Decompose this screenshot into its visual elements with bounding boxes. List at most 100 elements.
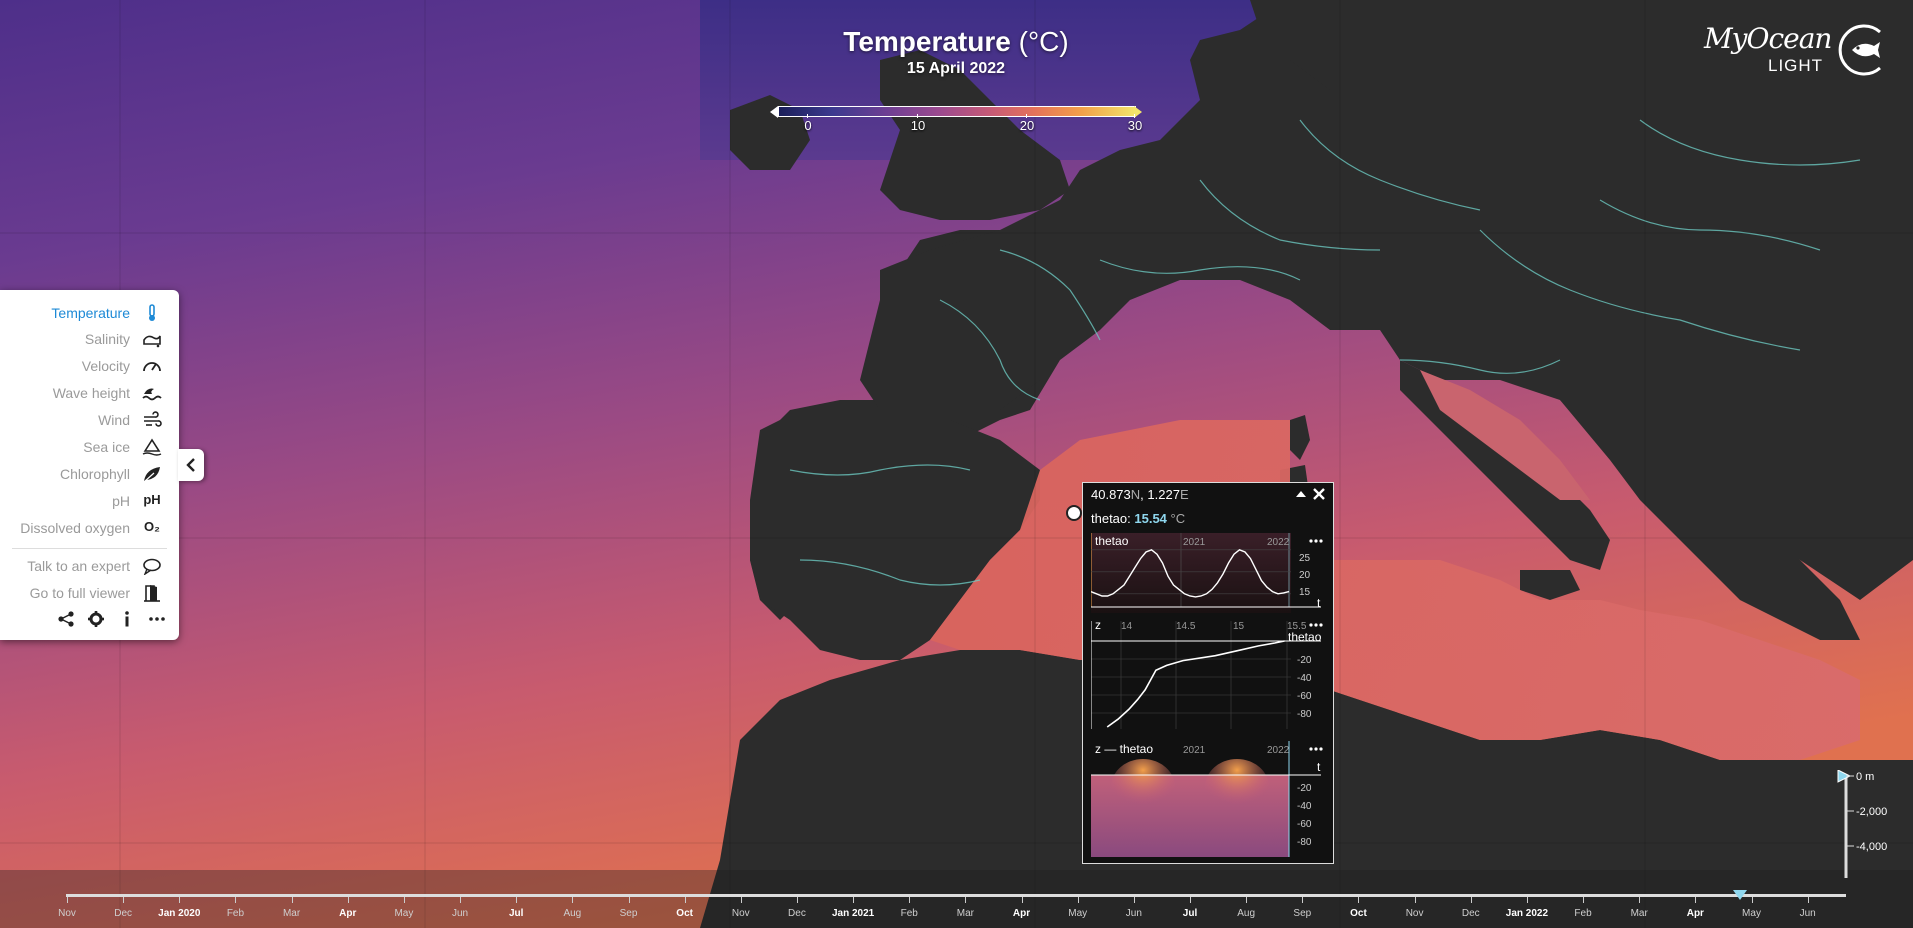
profile-ytick: -60 bbox=[1297, 691, 1312, 702]
timeline-label[interactable]: May bbox=[1742, 908, 1761, 919]
timeline-label[interactable]: Nov bbox=[732, 908, 750, 919]
timeline-tick bbox=[628, 897, 630, 903]
menu-item-talk-to-expert[interactable]: Talk to an expert bbox=[0, 555, 172, 577]
location-pin[interactable] bbox=[1066, 505, 1082, 521]
timeline-label[interactable]: Jun bbox=[1126, 908, 1142, 919]
timeline-label[interactable]: Apr bbox=[339, 908, 356, 919]
menu-item-ph[interactable]: pH pH bbox=[0, 490, 172, 512]
timeline-tick bbox=[516, 897, 518, 903]
timeline-label[interactable]: Jan 2022 bbox=[1506, 908, 1548, 919]
more-icon[interactable] bbox=[147, 610, 169, 628]
profile-ytick: -80 bbox=[1297, 709, 1312, 720]
timeline-tick bbox=[123, 897, 125, 903]
variable-title: Temperature (°C) bbox=[760, 26, 1152, 58]
map-date: 15 April 2022 bbox=[906, 60, 1006, 77]
timeseries-panel[interactable]: thetao 2021 2022 25 20 15 t bbox=[1090, 533, 1329, 613]
value-number: 15.54 bbox=[1134, 511, 1167, 526]
timeseries-ytick: 25 bbox=[1299, 553, 1311, 564]
menu-item-wind[interactable]: Wind bbox=[0, 409, 172, 431]
menu-item-label: Wind bbox=[98, 412, 130, 428]
timeline-label[interactable]: Dec bbox=[1462, 908, 1480, 919]
gear-icon[interactable] bbox=[86, 610, 108, 628]
colorbar-max-arrow bbox=[1134, 106, 1142, 118]
timeline-label[interactable]: Dec bbox=[114, 908, 132, 919]
menu-item-label: Dissolved oxygen bbox=[20, 520, 130, 536]
timeline-tick bbox=[909, 897, 911, 903]
timeline-label[interactable]: Apr bbox=[1687, 908, 1704, 919]
menu-item-label: Go to full viewer bbox=[29, 585, 130, 601]
timeline-label[interactable]: Aug bbox=[563, 908, 581, 919]
menu-item-salinity[interactable]: Salinity bbox=[0, 328, 172, 350]
timeline-tick bbox=[1133, 897, 1135, 903]
timeline-label[interactable]: Dec bbox=[788, 908, 806, 919]
menu-item-chlorophyll[interactable]: Chlorophyll bbox=[0, 463, 172, 485]
timeline-tick bbox=[1470, 897, 1472, 903]
timeline-label[interactable]: Feb bbox=[901, 908, 918, 919]
timeline-label[interactable]: Apr bbox=[1013, 908, 1030, 919]
timeline-label[interactable]: Mar bbox=[1631, 908, 1648, 919]
menu-collapse-button[interactable] bbox=[178, 449, 204, 481]
sea-ice-icon bbox=[142, 438, 162, 456]
depth-label: -2,000 bbox=[1856, 806, 1887, 818]
chevron-left-icon bbox=[186, 458, 195, 472]
timeline-label[interactable]: Sep bbox=[1293, 908, 1311, 919]
app-logo[interactable]: MyOcean LIGHT bbox=[1700, 22, 1890, 78]
timeline-tick bbox=[796, 897, 798, 903]
depth-scale: 0 m -2,000 -4,000 bbox=[1837, 769, 1887, 878]
more-icon[interactable] bbox=[1309, 747, 1323, 751]
logo-sub: LIGHT bbox=[1768, 56, 1824, 75]
timeline-tick bbox=[740, 897, 742, 903]
collapse-up-icon[interactable] bbox=[1296, 491, 1306, 497]
timeline-cursor[interactable] bbox=[1733, 890, 1747, 900]
timeline-label[interactable]: Mar bbox=[283, 908, 300, 919]
timeline-label[interactable]: Jan 2021 bbox=[832, 908, 874, 919]
menu-divider bbox=[12, 548, 167, 549]
timeline-label[interactable]: Jan 2020 bbox=[158, 908, 200, 919]
timeline-track[interactable] bbox=[66, 894, 1846, 897]
timeline-label[interactable]: Oct bbox=[676, 908, 693, 919]
timeline-label[interactable]: Mar bbox=[957, 908, 974, 919]
timeline-label[interactable]: Oct bbox=[1350, 908, 1367, 919]
menu-item-velocity[interactable]: Velocity bbox=[0, 355, 172, 377]
timeline-label[interactable]: Nov bbox=[1406, 908, 1424, 919]
timeline-label[interactable]: May bbox=[1068, 908, 1087, 919]
timeline-label[interactable]: Aug bbox=[1237, 908, 1255, 919]
timeline-label[interactable]: Jul bbox=[1183, 908, 1197, 919]
hovmoller-panel[interactable]: z — thetao 2021 2022 t -20 -40 -60 -80 bbox=[1091, 741, 1329, 859]
coord-lat-dir: N bbox=[1130, 487, 1141, 502]
timeline-label[interactable]: Jun bbox=[452, 908, 468, 919]
menu-item-wave-height[interactable]: Wave height bbox=[0, 382, 172, 404]
oxygen-icon: O₂ bbox=[144, 519, 160, 534]
more-icon[interactable] bbox=[1309, 539, 1323, 543]
hovmoller-ytick: -60 bbox=[1297, 819, 1312, 830]
close-icon[interactable] bbox=[1313, 488, 1325, 500]
timeline-label[interactable]: Jun bbox=[1800, 908, 1816, 919]
timeline-label[interactable]: Feb bbox=[1574, 908, 1591, 919]
hovmoller-year: 2021 bbox=[1183, 745, 1206, 756]
menu-item-dissolved-oxygen[interactable]: Dissolved oxygen O₂ bbox=[0, 517, 172, 539]
menu-item-sea-ice[interactable]: Sea ice bbox=[0, 436, 172, 458]
depth-selector[interactable]: 0 m -2,000 -4,000 bbox=[1832, 769, 1912, 880]
timeline-label[interactable]: Feb bbox=[227, 908, 244, 919]
more-icon[interactable] bbox=[1309, 623, 1323, 627]
profile-panel[interactable]: z 14 14.5 15 15.5 thetao -20 -40 -60 -80 bbox=[1090, 617, 1329, 735]
coord-lon-dir: E bbox=[1179, 487, 1189, 502]
info-icon[interactable] bbox=[117, 610, 139, 628]
share-icon[interactable] bbox=[56, 610, 78, 628]
door-icon bbox=[142, 584, 162, 602]
hovmoller-chart: z — thetao 2021 2022 t -20 -40 -60 -80 bbox=[1091, 741, 1329, 859]
ocean-map[interactable] bbox=[0, 0, 1913, 928]
timeline-label[interactable]: May bbox=[394, 908, 413, 919]
timeline-label[interactable]: Jul bbox=[509, 908, 523, 919]
colorbar-tick: 20 bbox=[1012, 114, 1042, 133]
profile-chart: z 14 14.5 15 15.5 thetao -20 -40 -60 -80 bbox=[1090, 617, 1329, 735]
timeline-tick bbox=[1751, 897, 1753, 903]
timeline[interactable]: Nov Dec Jan 2020 Feb Mar Apr May Jun Jul Aug Sep Oc… bbox=[0, 890, 1913, 928]
menu-toolbar bbox=[52, 610, 169, 630]
timeline-label[interactable]: Sep bbox=[620, 908, 638, 919]
timeseries-year: 2021 bbox=[1183, 537, 1206, 548]
timeline-label[interactable]: Nov bbox=[58, 908, 76, 919]
wind-icon bbox=[142, 411, 162, 429]
menu-item-temperature[interactable]: Temperature bbox=[0, 302, 172, 324]
menu-item-full-viewer[interactable]: Go to full viewer bbox=[0, 582, 172, 604]
